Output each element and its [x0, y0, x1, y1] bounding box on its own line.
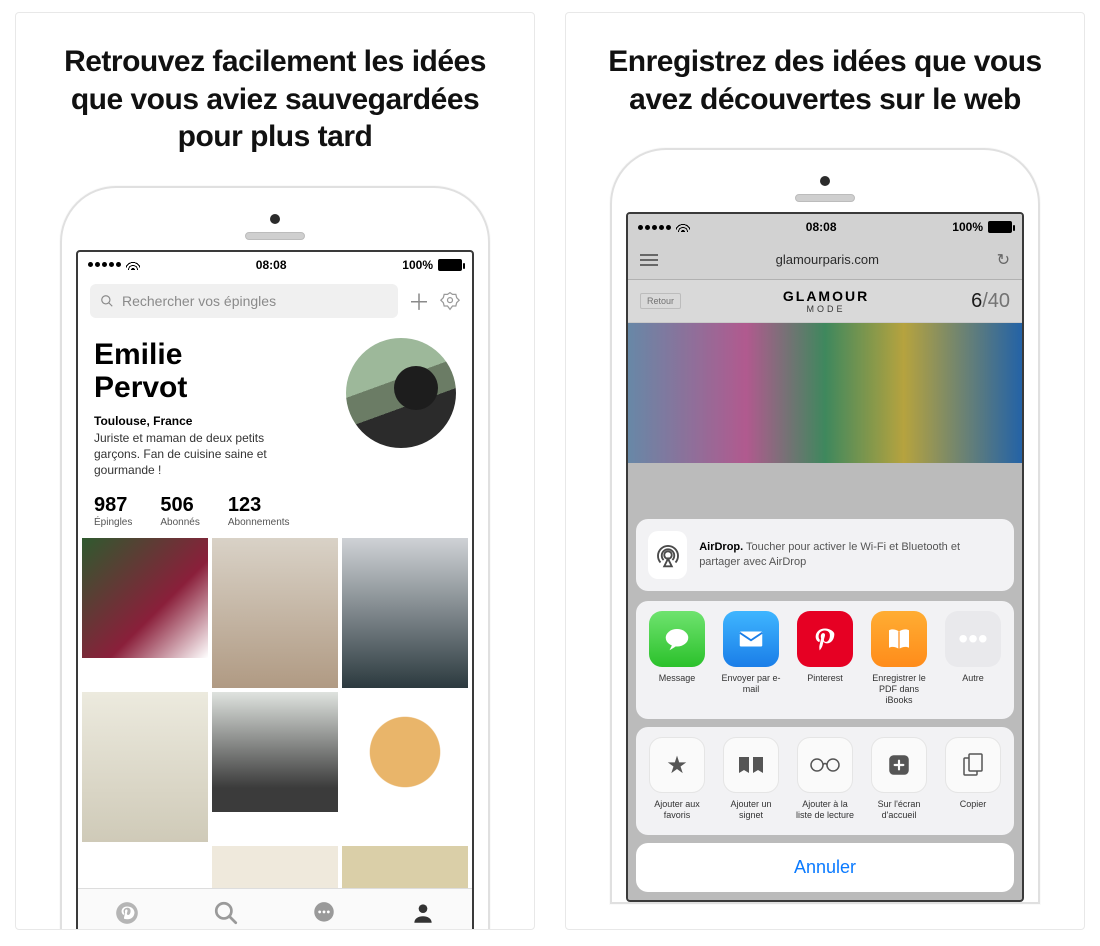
search-input[interactable]: Rechercher vos épingles: [90, 284, 398, 318]
action-copy[interactable]: Copier: [942, 737, 1004, 821]
actions-row: ★Ajouter aux favoris Ajouter un signet A…: [646, 737, 1004, 821]
status-bar: 08:08 100%: [628, 214, 1022, 240]
copy-icon: [945, 737, 1001, 793]
page-counter: 6/40: [971, 290, 1010, 313]
promo-panel-right: Enregistrez des idées que vous avez déco…: [565, 12, 1085, 930]
share-app-more[interactable]: •••Autre: [942, 611, 1004, 705]
profile-bio: Juriste et maman de deux petits garçons.…: [94, 430, 294, 479]
share-app-ibooks[interactable]: Enregistrer le PDF dans iBooks: [868, 611, 930, 705]
wifi-icon: [126, 260, 140, 270]
mail-icon: [723, 611, 779, 667]
stat-following[interactable]: 123Abonnements: [228, 494, 290, 528]
reload-icon[interactable]: ↻: [997, 250, 1010, 270]
status-time: 08:08: [806, 220, 837, 234]
tab-notifications[interactable]: [311, 900, 337, 926]
tab-search[interactable]: [213, 900, 239, 926]
headline-left: Retrouvez facilement les idées que vous …: [16, 43, 534, 176]
battery-pct: 100%: [402, 258, 433, 272]
stat-followers[interactable]: 506Abonnés: [160, 494, 199, 528]
bookmark-icon: [723, 737, 779, 793]
pin[interactable]: [212, 538, 338, 688]
screen: 08:08 100% Rechercher vos épingles ＋: [76, 250, 474, 931]
battery-icon: [988, 221, 1012, 233]
screen: 08:08 100% glamourparis.com ↻ Retour GLA…: [626, 212, 1024, 902]
signal-icon: [88, 262, 121, 267]
share-app-mail[interactable]: Envoyer par e-mail: [720, 611, 782, 705]
action-homescreen[interactable]: Sur l'écran d'accueil: [868, 737, 930, 821]
settings-button[interactable]: [440, 291, 460, 311]
phone-frame: 08:08 100% glamourparis.com ↻ Retour GLA…: [610, 148, 1040, 904]
plus-square-icon: [871, 737, 927, 793]
add-button[interactable]: ＋: [408, 285, 430, 317]
action-reading-list[interactable]: Ajouter à la liste de lecture: [794, 737, 856, 821]
status-bar: 08:08 100%: [78, 252, 472, 278]
article-hero-image: [628, 323, 1022, 463]
wifi-icon: [676, 222, 690, 232]
camera-dot: [820, 176, 830, 186]
speaker-slot: [245, 232, 305, 240]
search-icon: [213, 900, 239, 926]
pin[interactable]: [82, 692, 208, 842]
pinterest-icon: [114, 900, 140, 926]
action-favorite[interactable]: ★Ajouter aux favoris: [646, 737, 708, 821]
search-icon: [100, 294, 114, 308]
site-logo: GLAMOUR MODE: [783, 288, 869, 314]
share-apps-row: Message Envoyer par e-mail Pinterest Enr…: [646, 611, 1004, 705]
pin[interactable]: [212, 692, 338, 812]
glasses-icon: [797, 737, 853, 793]
stats-row: 987Épingles 506Abonnés 123Abonnements: [78, 488, 472, 538]
stat-pins[interactable]: 987Épingles: [94, 494, 132, 528]
phone-frame: 08:08 100% Rechercher vos épingles ＋: [60, 186, 490, 931]
tab-profile[interactable]: [410, 900, 436, 926]
menu-icon[interactable]: [640, 254, 658, 266]
gear-icon: [440, 291, 460, 311]
camera-dot: [270, 214, 280, 224]
back-button[interactable]: Retour: [640, 293, 681, 309]
airdrop-icon: [648, 531, 687, 579]
airdrop-row[interactable]: AirDrop. Toucher pour activer le Wi-Fi e…: [636, 519, 1014, 591]
more-icon: •••: [945, 611, 1001, 667]
airdrop-text: AirDrop. Toucher pour activer le Wi-Fi e…: [699, 540, 1002, 570]
tab-home[interactable]: [114, 900, 140, 926]
site-header: Retour GLAMOUR MODE 6/40: [628, 280, 1022, 323]
message-icon: [649, 611, 705, 667]
pin-grid: [78, 538, 472, 916]
profile-location: Toulouse, France: [94, 414, 294, 428]
chat-icon: [311, 900, 337, 926]
url-text: glamourparis.com: [776, 252, 879, 267]
pinterest-icon: [797, 611, 853, 667]
pin[interactable]: [342, 538, 468, 688]
battery-icon: [438, 259, 462, 271]
status-time: 08:08: [256, 258, 287, 272]
book-icon: [871, 611, 927, 667]
tab-bar: [78, 888, 472, 931]
headline-right: Enregistrez des idées que vous avez déco…: [566, 43, 1084, 138]
pin[interactable]: [82, 538, 208, 658]
profile-name: EmiliePervot: [94, 338, 294, 404]
avatar[interactable]: [346, 338, 456, 448]
person-icon: [410, 900, 436, 926]
pin[interactable]: [342, 692, 468, 812]
browser-url-bar[interactable]: glamourparis.com ↻: [628, 240, 1022, 280]
cancel-button[interactable]: Annuler: [636, 843, 1014, 892]
star-icon: ★: [649, 737, 705, 793]
battery-pct: 100%: [952, 220, 983, 234]
share-app-pinterest[interactable]: Pinterest: [794, 611, 856, 705]
signal-icon: [638, 225, 671, 230]
share-sheet: AirDrop. Toucher pour activer le Wi-Fi e…: [636, 519, 1014, 892]
speaker-slot: [795, 194, 855, 202]
promo-panel-left: Retrouvez facilement les idées que vous …: [15, 12, 535, 930]
action-bookmark[interactable]: Ajouter un signet: [720, 737, 782, 821]
share-app-message[interactable]: Message: [646, 611, 708, 705]
